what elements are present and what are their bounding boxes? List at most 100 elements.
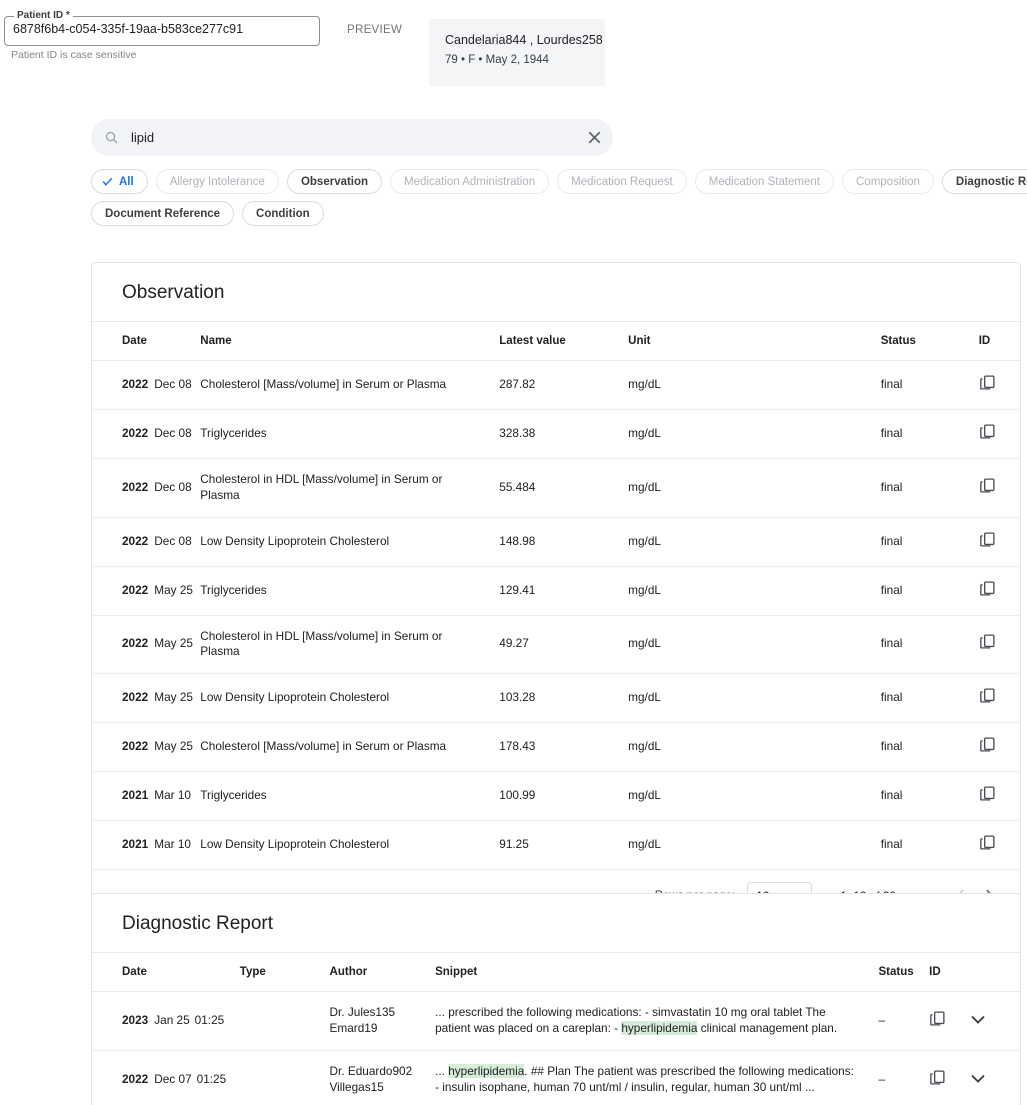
cell-date: 2023Jan 2501:25	[92, 992, 240, 1051]
chip-condition[interactable]: Condition	[242, 201, 324, 226]
copy-id-button[interactable]	[929, 1010, 946, 1027]
copy-icon	[979, 379, 996, 394]
date-month-day: May 25	[154, 583, 193, 597]
cell-date: 2022Dec 08	[92, 458, 200, 517]
chip-observation[interactable]: Observation	[287, 169, 382, 194]
expand-row-button[interactable]	[971, 1074, 985, 1083]
cell-date: 2022Dec 08	[92, 361, 200, 410]
table-row[interactable]: 2023Jan 2501:25Dr. Jules135 Emard19... p…	[92, 992, 1020, 1051]
cell-status: –	[879, 992, 930, 1051]
copy-icon	[979, 790, 996, 805]
patient-id-field[interactable]: Patient ID *	[4, 16, 320, 46]
date-month-day: May 25	[154, 739, 193, 753]
copy-icon	[929, 1015, 946, 1030]
cell-unit: mg/dL	[628, 772, 881, 821]
copy-id-button[interactable]	[979, 531, 996, 548]
column-header-status: Status	[879, 953, 930, 992]
search-bar[interactable]	[91, 119, 613, 156]
date-time: 01:25	[195, 1013, 225, 1027]
cell-name: Cholesterol [Mass/volume] in Serum or Pl…	[200, 361, 499, 410]
column-header-author: Author	[330, 953, 436, 992]
chip-label: Document Reference	[105, 208, 220, 220]
chip-medication-administration[interactable]: Medication Administration	[390, 169, 549, 194]
cell-latest-value: 287.82	[499, 361, 628, 410]
patient-demographics: 79 • F • May 2, 1944	[445, 54, 549, 66]
table-row[interactable]: 2022May 25Triglycerides129.41mg/dLfinal	[92, 566, 1020, 615]
copy-id-button[interactable]	[979, 687, 996, 704]
cell-latest-value: 328.38	[499, 409, 628, 458]
table-row[interactable]: 2021Mar 10Triglycerides100.99mg/dLfinal	[92, 772, 1020, 821]
table-row[interactable]: 2022May 25Low Density Lipoprotein Choles…	[92, 674, 1020, 723]
search-input[interactable]	[129, 119, 569, 156]
date-year: 2022	[122, 534, 148, 548]
table-row[interactable]: 2022 May 25 Cholesterol [Mass/volume] in S…	[92, 723, 1020, 772]
date-year: 2022	[122, 583, 148, 597]
cell-unit: mg/dL	[628, 361, 881, 410]
patient-lookup-bar: Patient ID * Patient ID is case sensitiv…	[0, 0, 1027, 100]
chip-document-reference[interactable]: Document Reference	[91, 201, 234, 226]
table-row[interactable]: 2022Dec 08Triglycerides328.38mg/dLfinal	[92, 409, 1020, 458]
date-month-day: May 25	[154, 690, 193, 704]
chip-composition[interactable]: Composition	[842, 169, 934, 194]
cell-type	[240, 1050, 330, 1105]
table-row[interactable]: 2022Dec 08Low Density Lipoprotein Choles…	[92, 517, 1020, 566]
cell-id	[979, 674, 1020, 723]
cell-name: Cholesterol [Mass/volume] in Serum or Pl…	[200, 723, 499, 772]
column-header-expand	[971, 953, 1020, 992]
date-year: 2022	[122, 636, 148, 650]
copy-icon	[979, 741, 996, 756]
expand-row-button[interactable]	[971, 1015, 985, 1024]
table-row[interactable]: 2022Dec 08Cholesterol [Mass/volume] in S…	[92, 361, 1020, 410]
cell-date: 2022Dec 08	[92, 517, 200, 566]
copy-id-button[interactable]	[979, 477, 996, 494]
patient-id-input[interactable]	[13, 22, 311, 36]
date-year: 2022	[122, 739, 148, 753]
copy-id-button[interactable]	[979, 785, 996, 802]
chip-medication-statement[interactable]: Medication Statement	[695, 169, 834, 194]
copy-id-button[interactable]	[979, 423, 996, 440]
copy-icon	[979, 482, 996, 497]
date-year: 2021	[122, 788, 148, 802]
table-row[interactable]: 2022Dec 0701:25Dr. Eduardo902 Villegas15…	[92, 1050, 1020, 1105]
chip-label: Diagnostic Report	[956, 176, 1027, 188]
copy-icon	[979, 692, 996, 707]
cell-id	[929, 992, 971, 1051]
close-icon[interactable]	[584, 127, 605, 148]
table-header-row: Date Type Author Snippet Status ID	[92, 953, 1020, 992]
cell-expand	[971, 992, 1020, 1051]
copy-id-button[interactable]	[979, 834, 996, 851]
copy-id-button[interactable]	[929, 1069, 946, 1086]
date-month-day: Mar 10	[154, 837, 191, 851]
table-row[interactable]: 2022May 25Cholesterol in HDL [Mass/volum…	[92, 615, 1020, 674]
copy-id-button[interactable]	[979, 736, 996, 753]
observation-title: Observation	[92, 263, 1020, 322]
patient-id-label: Patient ID *	[14, 10, 73, 21]
cell-unit: mg/dL	[628, 566, 881, 615]
table-row[interactable]: 2021 Mar 10 Low Density Lipoprotein Choles…	[92, 821, 1020, 870]
date-month-day: Mar 10	[154, 788, 191, 802]
copy-icon	[979, 585, 996, 600]
column-header-id: ID	[929, 953, 971, 992]
chip-row-2: Document Reference Condition	[91, 201, 991, 226]
date-year: 2021	[122, 837, 148, 851]
chip-medication-request[interactable]: Medication Request	[557, 169, 687, 194]
copy-id-button[interactable]	[979, 633, 996, 650]
diagnostic-report-card: Diagnostic Report Date Type Author Snipp…	[91, 893, 1021, 1105]
copy-id-button[interactable]	[979, 580, 996, 597]
cell-status: final	[881, 772, 979, 821]
copy-id-button[interactable]	[979, 374, 996, 391]
cell-name: Low Density Lipoprotein Cholesterol	[200, 517, 499, 566]
column-header-unit: Unit	[628, 322, 881, 361]
chip-label: Medication Statement	[709, 176, 820, 188]
chip-all[interactable]: All	[91, 169, 148, 194]
table-row[interactable]: 2022Dec 08Cholesterol in HDL [Mass/volum…	[92, 458, 1020, 517]
cell-name: Low Density Lipoprotein Cholesterol	[200, 821, 499, 870]
cell-name: Triglycerides	[200, 409, 499, 458]
chip-label: Medication Request	[571, 176, 673, 188]
search-term-highlight: hyperlipidemia	[448, 1064, 524, 1078]
preview-label: PREVIEW	[347, 24, 402, 36]
chip-diagnostic-report[interactable]: Diagnostic Report	[942, 169, 1027, 194]
chip-allergy-intolerance[interactable]: Allergy Intolerance	[156, 169, 279, 194]
cell-latest-value: 55.484	[499, 458, 628, 517]
patient-name: Candelaria844 , Lourdes258	[445, 33, 603, 47]
